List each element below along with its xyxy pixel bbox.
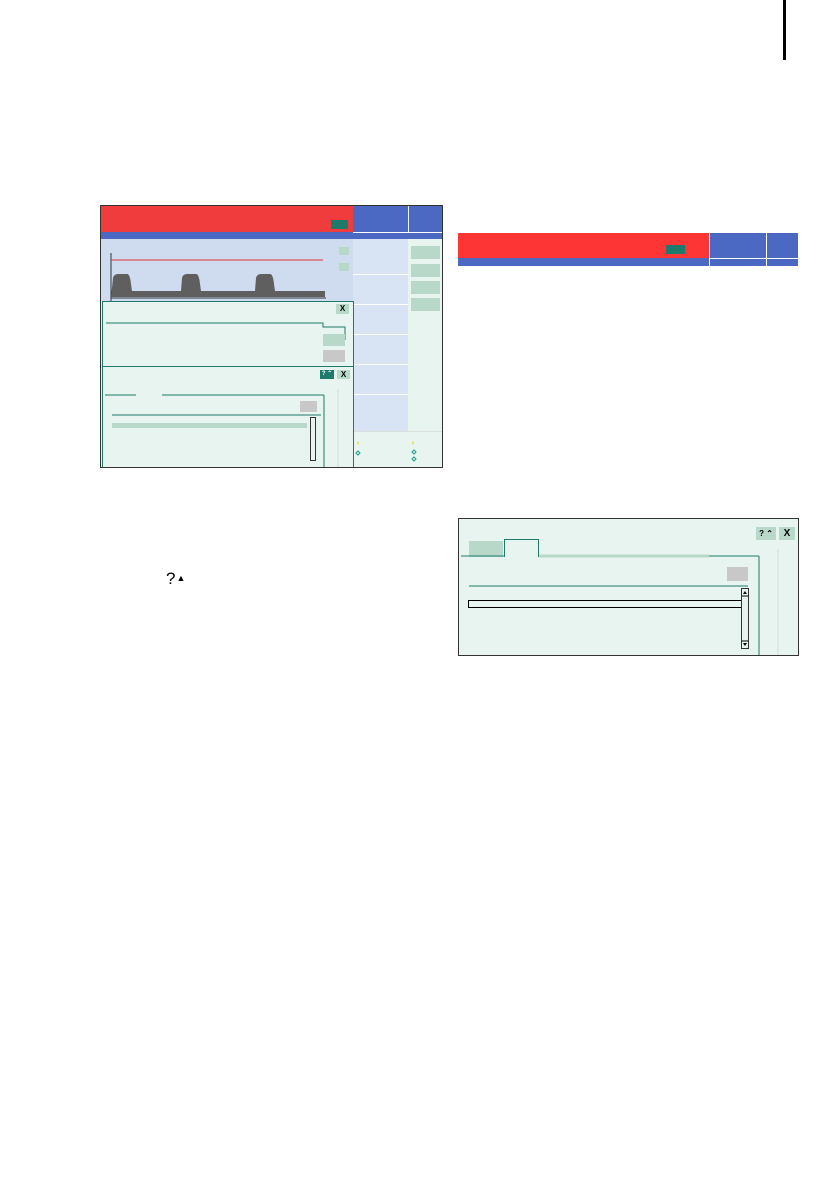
scrollbar-arrows (742, 591, 748, 646)
header-subfield-a (710, 258, 766, 266)
close-button[interactable]: X (336, 304, 349, 314)
ventilator-screen-figure: X ? ⌃ X (100, 205, 443, 468)
scrollbar[interactable] (741, 588, 749, 649)
alarm-bar (101, 206, 353, 232)
status-bar (458, 258, 709, 266)
dialog-figure: ? ⌃ X (458, 518, 799, 656)
alarm-silence-button[interactable] (331, 220, 348, 229)
status-bar (101, 232, 353, 239)
confirm-button[interactable] (323, 334, 345, 346)
scrollbar[interactable] (310, 417, 316, 461)
status-indicators (354, 430, 442, 462)
param-separator (353, 334, 408, 335)
param-separator (353, 394, 408, 395)
header-field-b (767, 233, 798, 258)
curve-scale-button[interactable] (339, 247, 349, 255)
header-subline (353, 232, 442, 239)
param-separator (353, 274, 408, 275)
side-button-2[interactable] (411, 264, 440, 277)
help-symbol: ?▲ (166, 570, 185, 587)
param-separator (353, 364, 408, 365)
header-field-a (710, 233, 766, 258)
alarm-silence-button[interactable] (666, 245, 685, 254)
settings-dialog-small: X (102, 301, 354, 368)
question-mark-icon: ? (166, 569, 176, 588)
waveform-panel (101, 239, 353, 301)
parameter-column (353, 239, 408, 431)
arrow-up-icon: ▲ (176, 573, 186, 583)
list-row-selected[interactable] (468, 600, 743, 608)
side-button-3[interactable] (411, 281, 440, 294)
pressure-curve (110, 253, 326, 301)
page-edge-line (783, 0, 786, 60)
header-strip-figure (458, 233, 798, 267)
curve-freeze-button[interactable] (339, 263, 349, 271)
header-subfield-b (767, 258, 798, 266)
header-field-a (353, 206, 408, 232)
list-row-selected[interactable] (112, 423, 307, 428)
disabled-button (300, 401, 317, 412)
dialog-tab-outline (106, 322, 346, 340)
status-zone (353, 430, 442, 467)
disabled-button (323, 350, 345, 362)
side-button-4[interactable] (411, 298, 440, 311)
param-separator (353, 304, 408, 305)
header-field-b (409, 206, 442, 232)
settings-dialog-large: ? ⌃ X (102, 366, 354, 467)
disabled-button (727, 567, 748, 581)
side-button-1[interactable] (411, 246, 440, 259)
